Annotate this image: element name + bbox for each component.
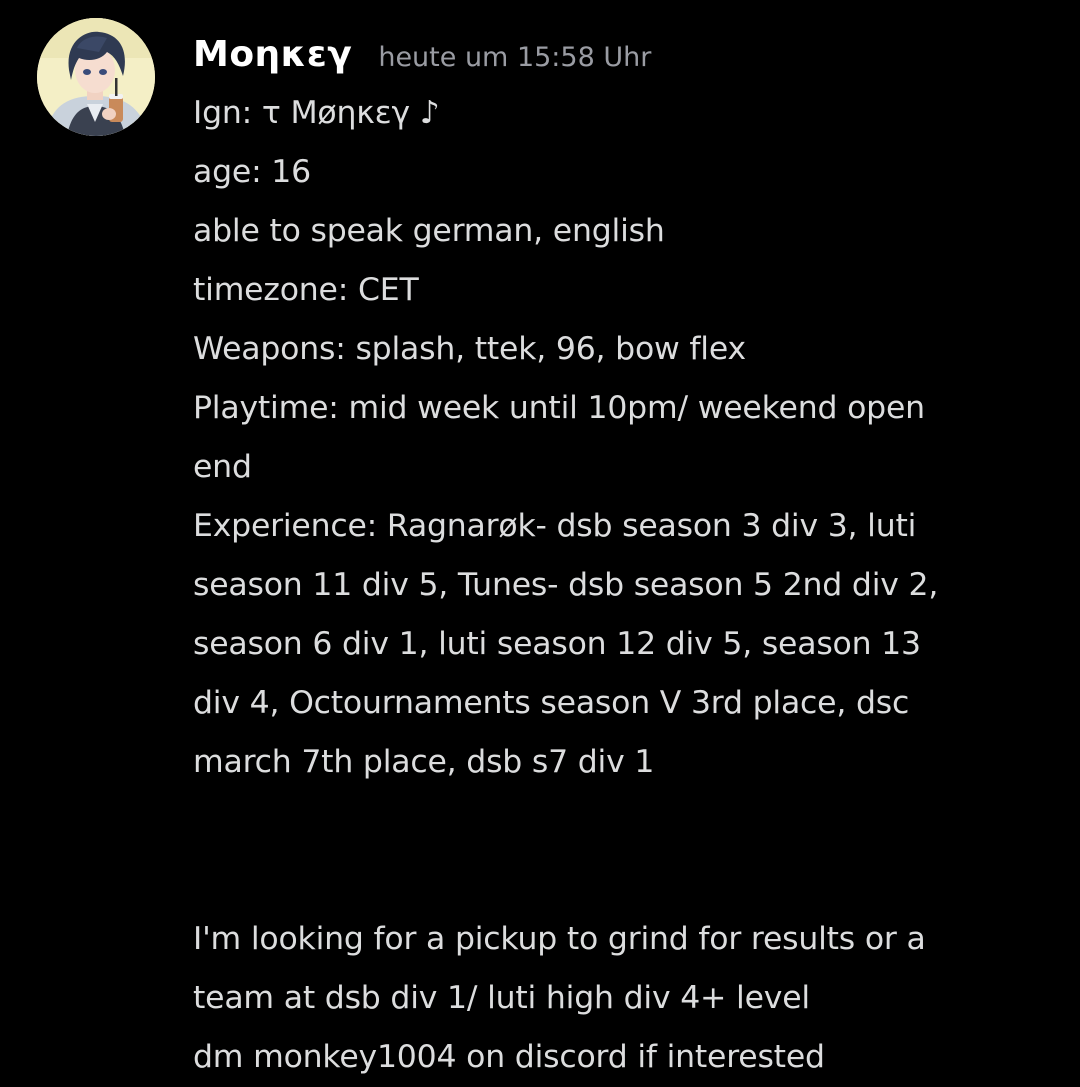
user-avatar[interactable] [37, 18, 155, 136]
chat-message: Μοηκεγ heute um 15:58 Uhr Ign: τ Μøηκεγ … [0, 0, 1080, 1083]
message-line: end [193, 449, 252, 485]
message-line: Weapons: splash, ttek, 96, bow flex [193, 331, 746, 367]
message-line: dm monkey1004 on discord if interested [193, 1039, 825, 1075]
message-timestamp: heute um 15:58 Uhr [378, 42, 652, 73]
message-line: able to speak german, english [193, 213, 665, 249]
message-line: timezone: CET [193, 272, 419, 308]
message-line: season 6 div 1, luti season 12 div 5, se… [193, 626, 921, 662]
message-line: Playtime: mid week until 10pm/ weekend o… [193, 390, 925, 426]
message-line: Experience: Ragnarøk- dsb season 3 div 3… [193, 508, 917, 544]
message-line: march 7th place, dsb s7 div 1 [193, 744, 655, 780]
message-body: Ign: τ Μøηκεγ ♪ age: 16 able to speak ge… [193, 84, 1063, 1087]
message-header: Μοηκεγ heute um 15:58 Uhr [193, 26, 1063, 84]
message-line: Ign: τ Μøηκεγ ♪ [193, 95, 440, 131]
message-line: I'm looking for a pickup to grind for re… [193, 921, 926, 957]
message-line: season 11 div 5, Tunes- dsb season 5 2nd… [193, 567, 939, 603]
message-line: age: 16 [193, 154, 311, 190]
message-content: Μοηκεγ heute um 15:58 Uhr Ign: τ Μøηκεγ … [193, 26, 1063, 1087]
username[interactable]: Μοηκεγ [193, 26, 352, 84]
message-line: div 4, Octournaments season V 3rd place,… [193, 685, 910, 721]
message-line: team at dsb div 1/ luti high div 4+ leve… [193, 980, 810, 1016]
anime-character-avatar-icon [37, 18, 155, 136]
